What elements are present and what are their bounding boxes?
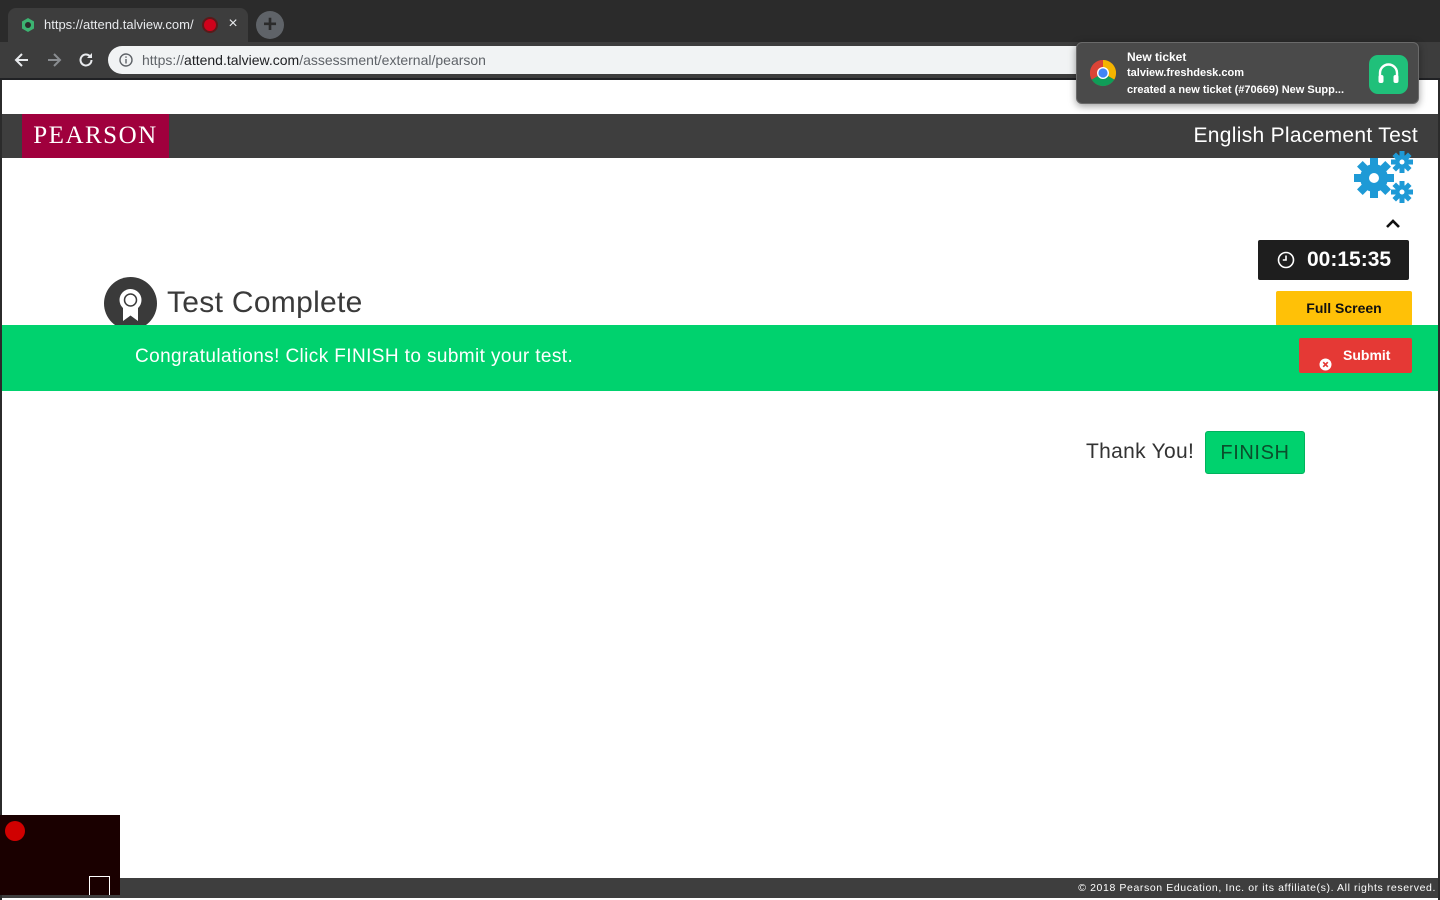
recording-dot-icon (5, 821, 25, 841)
forward-arrow-icon[interactable] (44, 50, 64, 70)
notification-title: New ticket (1127, 50, 1187, 64)
recording-indicator-icon (204, 19, 216, 31)
settings-gear-icon[interactable] (1350, 150, 1416, 208)
pearson-logo: PEARSON (22, 114, 169, 158)
address-bar[interactable]: https://attend.talview.com/assessment/ex… (108, 46, 1168, 74)
webcam-resize-handle[interactable] (89, 876, 110, 895)
chrome-logo-icon (1089, 59, 1117, 87)
copyright-text: © 2018 Pearson Education, Inc. or its af… (1078, 882, 1436, 894)
page-border-left (0, 80, 2, 900)
page-footer: © 2018 Pearson Education, Inc. or its af… (2, 878, 1438, 898)
app-header: PEARSON English Placement Test (2, 114, 1438, 158)
headset-support-icon (1369, 55, 1408, 94)
url-text: https://attend.talview.com/assessment/ex… (142, 52, 486, 68)
submit-label: Submit (1343, 347, 1391, 363)
url-scheme: https:// (142, 52, 185, 68)
talview-favicon-icon (21, 18, 35, 32)
url-host: attend.talview.com (184, 52, 300, 68)
notification-body: created a new ticket (#70669) New Supp..… (1127, 84, 1345, 96)
thank-you-text: Thank You! (1086, 440, 1195, 463)
tab-title: https://attend.talview.com/ (44, 17, 194, 32)
reload-icon[interactable] (76, 50, 96, 70)
notification-source: talview.freshdesk.com (1127, 67, 1244, 79)
close-circle-icon (1319, 349, 1332, 371)
site-info-icon[interactable] (119, 53, 133, 67)
submit-button[interactable]: Submit (1299, 338, 1412, 373)
desktop-notification[interactable]: New ticket talview.freshdesk.com created… (1076, 42, 1419, 104)
full-screen-button[interactable]: Full Screen (1276, 291, 1412, 326)
finish-button[interactable]: FINISH (1205, 431, 1305, 474)
url-path: /assessment/external/pearson (299, 52, 486, 68)
browser-tab[interactable]: https://attend.talview.com/ × (8, 8, 248, 42)
award-ribbon-icon (104, 277, 157, 330)
banner-message: Congratulations! Click FINISH to submit … (135, 346, 574, 367)
congratulations-banner: Congratulations! Click FINISH to submit … (2, 325, 1438, 391)
browser-tabstrip: https://attend.talview.com/ × + (0, 0, 1440, 42)
new-tab-button[interactable]: + (256, 11, 284, 39)
countdown-timer: 00:15:35 (1258, 240, 1409, 280)
test-title: English Placement Test (1193, 124, 1418, 147)
timer-value: 00:15:35 (1307, 248, 1392, 271)
back-arrow-icon[interactable] (12, 50, 32, 70)
webcam-preview (0, 815, 120, 895)
tab-close-icon[interactable]: × (226, 15, 240, 33)
page-body (2, 80, 1438, 898)
collapse-chevron-up-icon[interactable] (1384, 216, 1402, 230)
clock-icon (1277, 251, 1295, 269)
page-title: Test Complete (167, 286, 363, 319)
